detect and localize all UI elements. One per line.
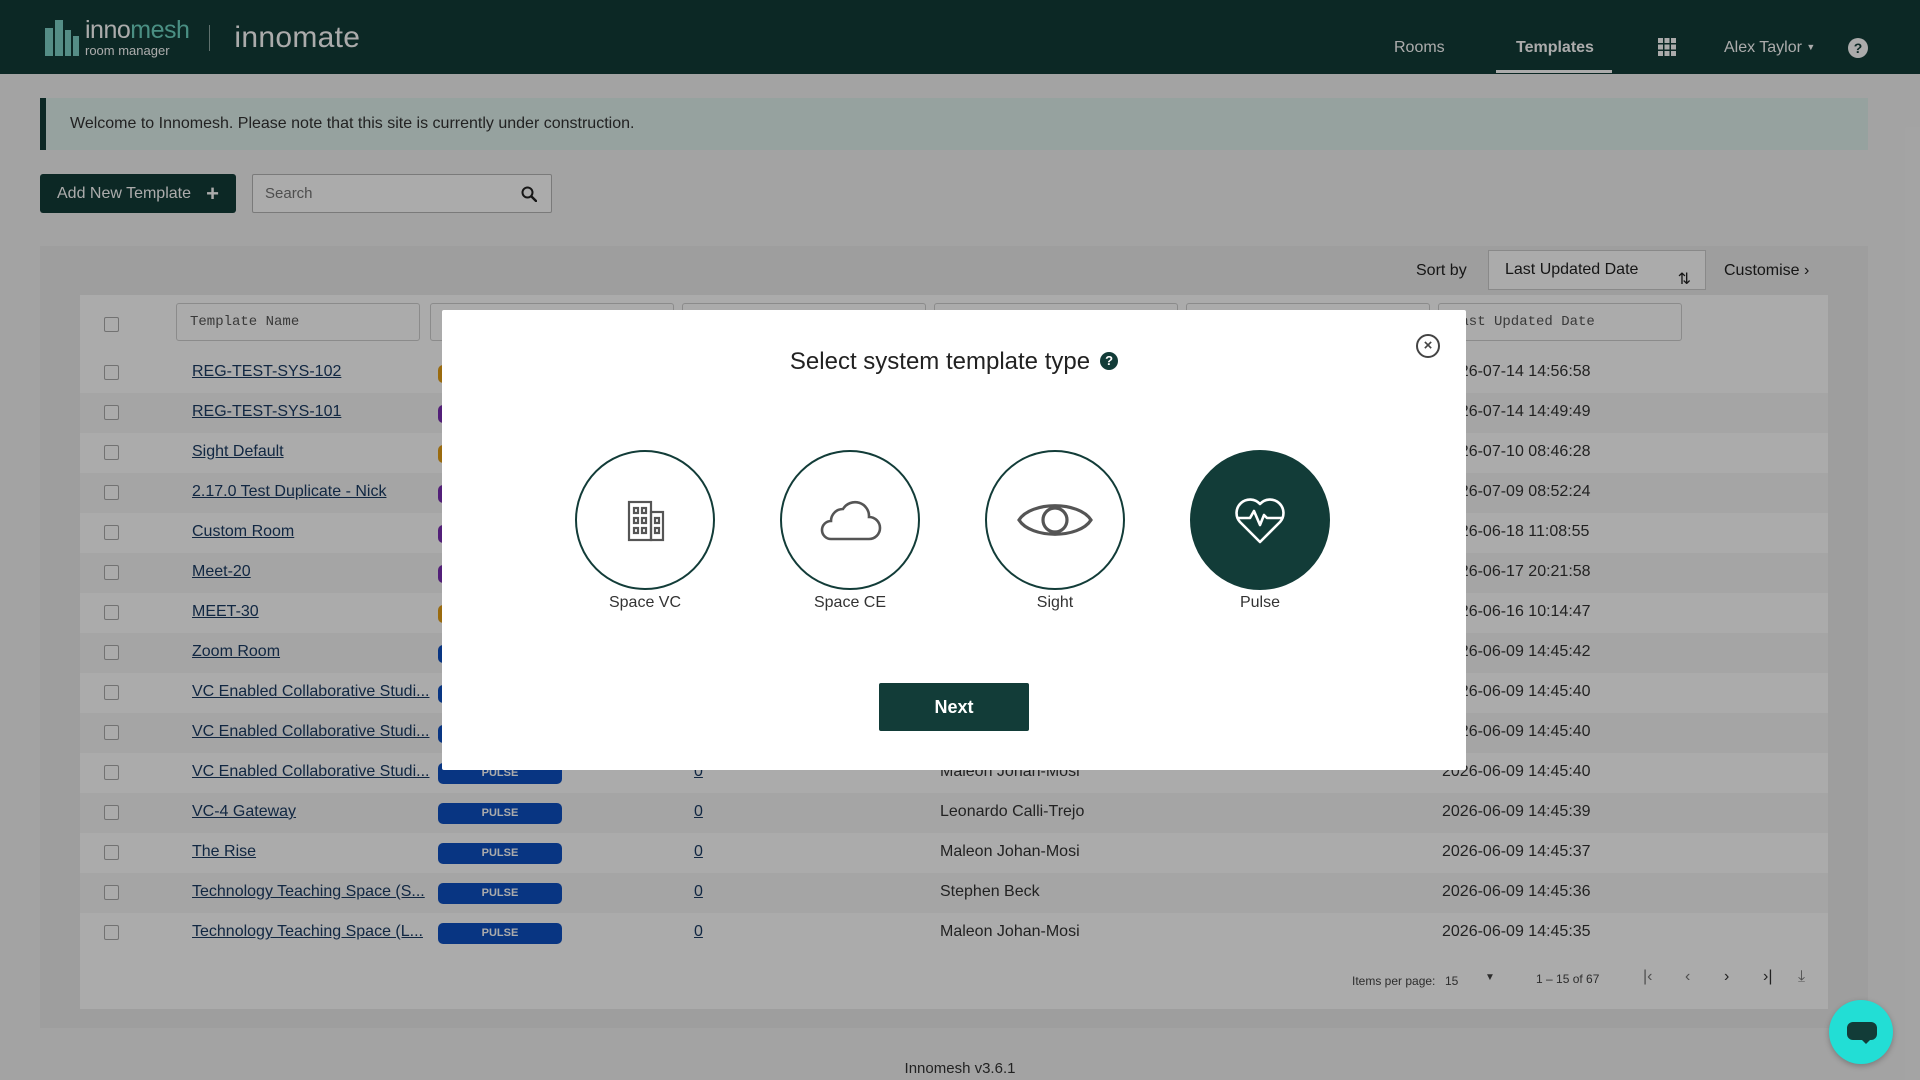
option-label: Sight [1036,594,1074,611]
option-label: Space VC [608,594,682,611]
dialog-title: Select system template type? [442,348,1466,376]
building-icon [627,500,665,542]
help-icon[interactable]: ? [1100,351,1119,370]
heart-pulse-icon [1235,498,1285,544]
next-button[interactable]: Next [879,683,1029,731]
option-label: Space CE [813,594,887,611]
option-space-ce[interactable]: Space CE [780,450,920,612]
option-sight[interactable]: Sight [985,450,1125,612]
select-template-type-dialog: Select system template type? × Space VC … [442,310,1466,770]
chat-button[interactable] [1829,1000,1893,1064]
option-space-vc[interactable]: Space VC [575,450,715,612]
cloud-icon [820,500,882,541]
eye-icon [1017,504,1093,536]
close-icon[interactable]: × [1416,334,1440,358]
option-label: Pulse [1239,594,1281,611]
option-pulse[interactable]: Pulse [1190,450,1330,612]
dialog-title-text: Select system template type [789,348,1091,375]
